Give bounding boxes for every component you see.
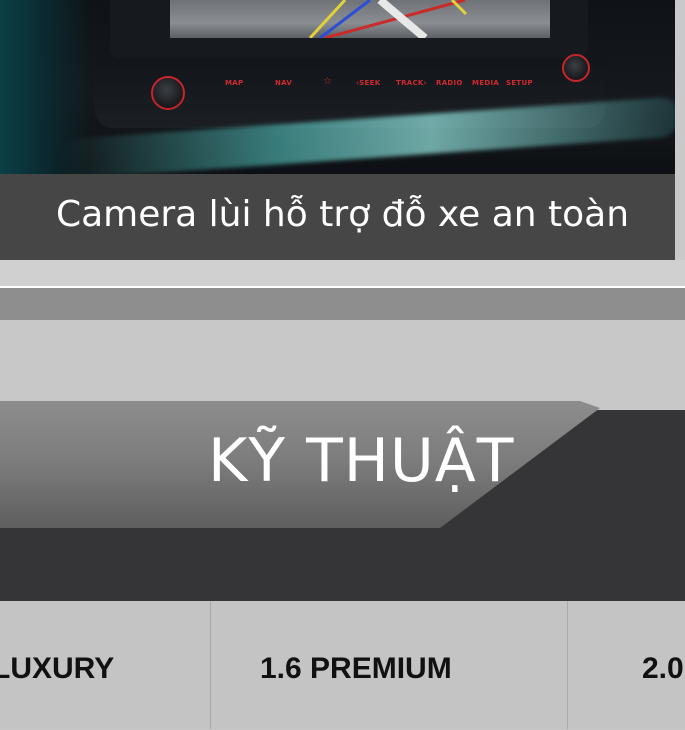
infotainment-screen (110, 0, 588, 58)
hw-button-nav: NAV (275, 79, 293, 87)
section-band (0, 288, 685, 320)
reverse-camera-view (170, 0, 550, 42)
hw-button-map: MAP (225, 79, 244, 87)
hw-button-media: MEDIA (472, 79, 500, 87)
volume-knob-icon (151, 76, 185, 110)
hw-button-favorite: ☆ (323, 76, 333, 87)
tune-knob-icon (562, 54, 590, 82)
dashboard-photo: MAP NAV ☆ ‹SEEK TRACK› RADIO MEDIA SETUP (0, 0, 675, 174)
tab-1-6-premium[interactable]: 1.6 PREMIUM (260, 652, 452, 686)
tab-2-0[interactable]: 2.0 (642, 652, 684, 686)
column-divider (210, 601, 211, 729)
parking-guideline-icon (308, 0, 468, 42)
section-heading: KỸ THUẬT (208, 426, 515, 496)
tab-luxury[interactable]: LUXURY (0, 652, 114, 686)
hw-button-radio: RADIO (436, 79, 463, 87)
section-gap (0, 260, 685, 286)
image-caption: Camera lùi hỗ trợ đỗ xe an toàn (55, 194, 630, 235)
column-divider (567, 601, 568, 729)
hw-button-setup: SETUP (506, 79, 533, 87)
hw-button-track: TRACK› (396, 79, 427, 87)
hw-button-seek: ‹SEEK (356, 79, 381, 87)
